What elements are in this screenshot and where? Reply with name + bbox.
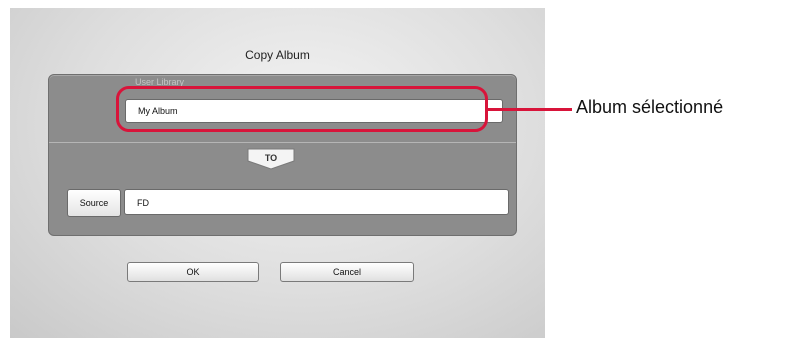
selection-highlight xyxy=(116,86,488,132)
callout-line xyxy=(488,108,572,111)
divider xyxy=(49,142,516,143)
cancel-button[interactable]: Cancel xyxy=(280,262,414,282)
ok-button[interactable]: OK xyxy=(127,262,259,282)
destination-field[interactable]: FD xyxy=(124,189,509,215)
dialog-title: Copy Album xyxy=(245,48,310,62)
to-arrow-badge: TO xyxy=(247,148,295,170)
to-label: TO xyxy=(264,153,278,163)
source-button[interactable]: Source xyxy=(67,189,121,217)
device-screen: Copy Album User Library My Album TO Sour… xyxy=(10,8,545,338)
callout-label: Album sélectionné xyxy=(576,97,724,117)
